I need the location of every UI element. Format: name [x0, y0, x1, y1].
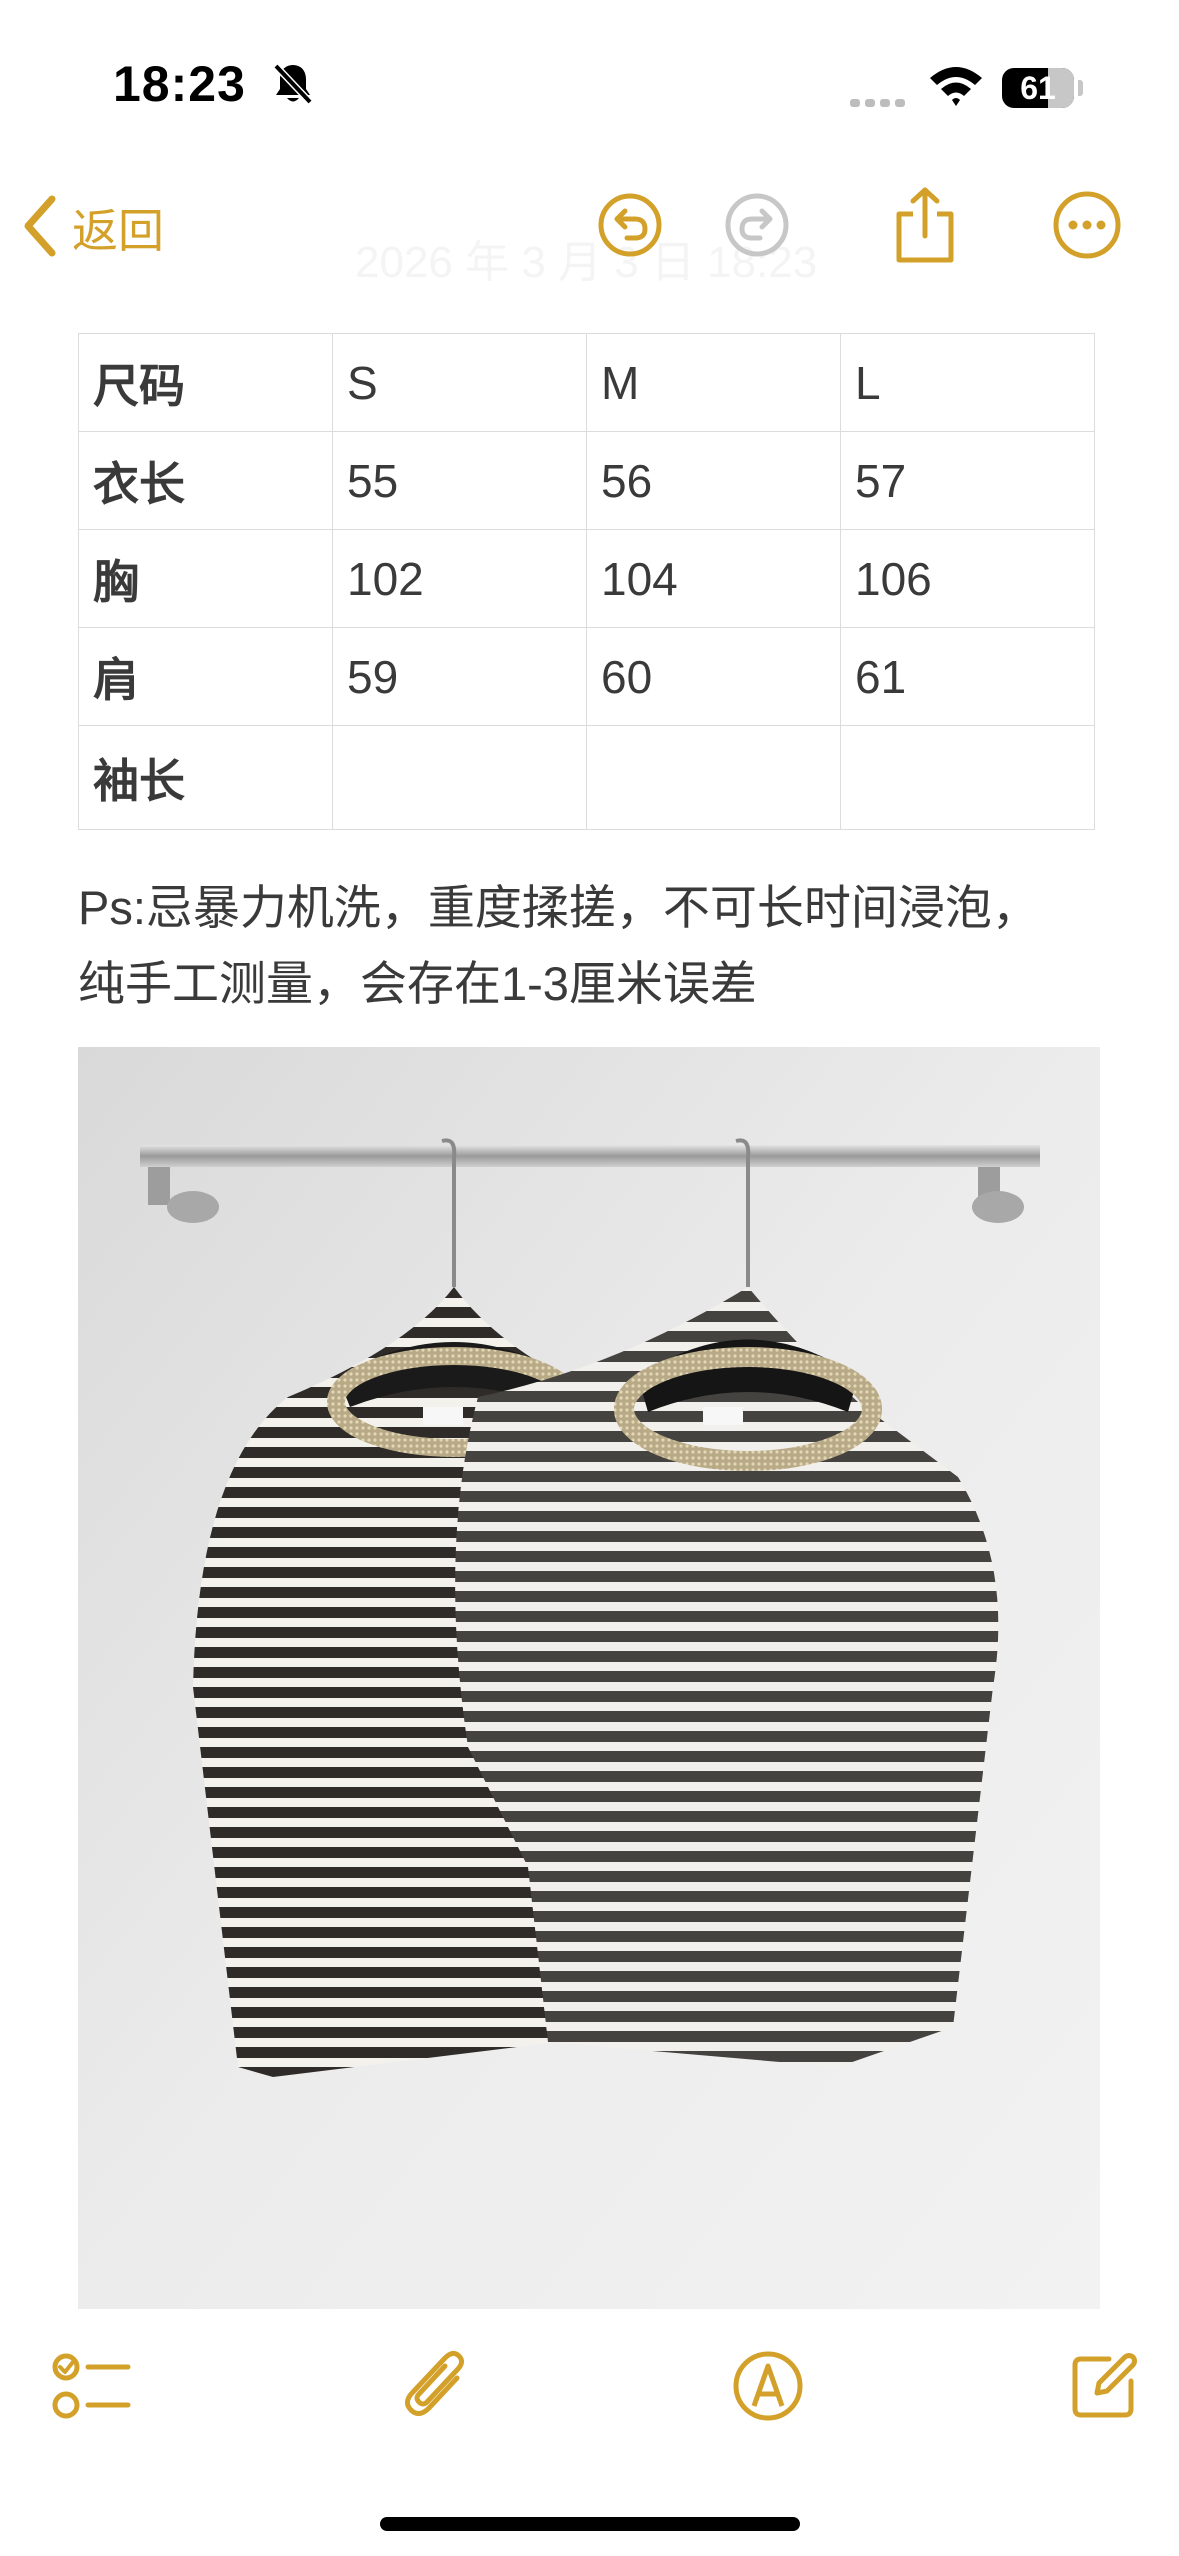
more-button[interactable]	[1042, 182, 1132, 272]
navigation-bar: 返回 2026 年 3 月 3 日 18:23	[0, 170, 1179, 290]
table-cell: 衣长	[78, 431, 333, 530]
table-cell: 59	[332, 627, 587, 726]
table-cell: 102	[332, 529, 587, 628]
table-cell: 104	[586, 529, 841, 628]
note-line: Ps:忌暴力机洗，重度揉搓，不可长时间浸泡，	[78, 881, 1039, 934]
bell-slash-icon	[272, 62, 314, 111]
table-cell	[840, 725, 1095, 830]
compose-button[interactable]	[1054, 2338, 1154, 2438]
table-cell: 57	[840, 431, 1095, 530]
table-cell: 61	[840, 627, 1095, 726]
note-text[interactable]: Ps:忌暴力机洗，重度揉搓，不可长时间浸泡， 纯手工测量，会存在1-3厘米误差	[78, 870, 1138, 1022]
home-indicator[interactable]	[380, 2517, 800, 2531]
table-row: 肩 59 60 61	[78, 627, 1095, 726]
chevron-left-icon	[22, 195, 58, 262]
bottom-toolbar	[0, 2330, 1179, 2450]
table-cell: 60	[586, 627, 841, 726]
table-cell: 袖长	[78, 725, 333, 830]
table-cell: M	[586, 333, 841, 432]
product-photo[interactable]	[78, 1047, 1100, 2309]
back-button[interactable]: 返回	[22, 188, 164, 268]
table-cell: L	[840, 333, 1095, 432]
table-cell: 胸	[78, 529, 333, 628]
share-icon	[893, 186, 957, 269]
markup-button[interactable]	[718, 2338, 818, 2438]
table-cell	[332, 725, 587, 830]
redo-button[interactable]	[712, 182, 802, 272]
table-cell: 106	[840, 529, 1095, 628]
note-line: 纯手工测量，会存在1-3厘米误差	[78, 957, 757, 1010]
status-time: 18:23	[113, 56, 246, 112]
undo-icon	[597, 192, 663, 263]
back-label: 返回	[72, 205, 164, 257]
attach-button[interactable]	[386, 2338, 486, 2438]
table-row: 袖长	[78, 725, 1095, 830]
table-cell: 尺码	[78, 333, 333, 432]
size-table: 尺码 S M L 衣长 55 56 57 胸 102 104 106 肩 59 …	[78, 333, 1095, 830]
paperclip-icon	[401, 2348, 471, 2429]
markup-pen-icon	[732, 2350, 804, 2427]
share-button[interactable]	[880, 182, 970, 272]
table-cell: S	[332, 333, 587, 432]
checklist-icon	[52, 2351, 132, 2426]
battery-indicator: 61	[1002, 68, 1074, 108]
table-row: 胸 102 104 106	[78, 529, 1095, 628]
battery-level: 61	[1020, 70, 1056, 106]
status-bar: 18:23 61	[0, 0, 1179, 170]
table-cell: 55	[332, 431, 587, 530]
undo-button[interactable]	[585, 182, 675, 272]
more-icon	[1052, 190, 1122, 265]
cellular-signal-icon	[850, 96, 908, 114]
wifi-icon	[928, 64, 984, 113]
table-row: 尺码 S M L	[78, 333, 1095, 432]
checklist-button[interactable]	[42, 2338, 142, 2438]
table-row: 衣长 55 56 57	[78, 431, 1095, 530]
table-cell: 肩	[78, 627, 333, 726]
table-cell	[586, 725, 841, 830]
compose-icon	[1069, 2351, 1139, 2426]
table-cell: 56	[586, 431, 841, 530]
redo-icon	[724, 192, 790, 263]
